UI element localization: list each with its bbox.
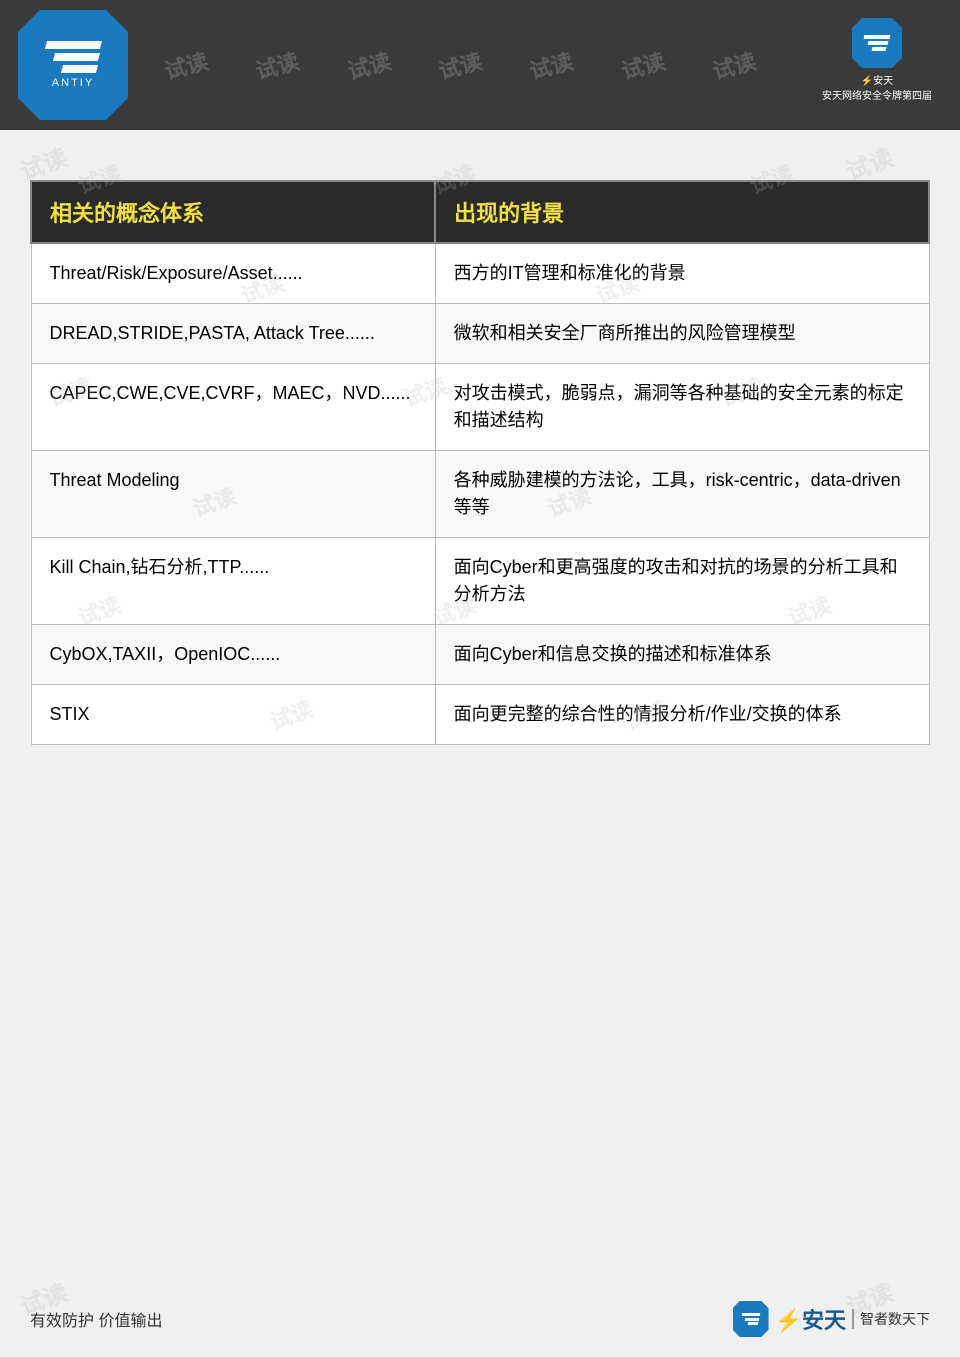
footer-logo-stripe-2 xyxy=(744,1318,759,1321)
table-row: STIX面向更完整的综合性的情报分析/作业/交换的体系 xyxy=(31,685,929,745)
footer-brand-text: 安天 xyxy=(802,1308,846,1333)
table-cell-col2-3: 各种威胁建模的方法论，工具，risk-centric，data-driven等等 xyxy=(435,451,929,538)
header-watermark-1: 试读 xyxy=(160,44,211,86)
table-cell-col1-0: Threat/Risk/Exposure/Asset...... xyxy=(31,243,435,304)
table-row: DREAD,STRIDE,PASTA, Attack Tree......微软和… xyxy=(31,304,929,364)
header-watermark-3: 试读 xyxy=(343,44,394,86)
footer: 有效防护 价值输出 ⚡安天 智者数天下 xyxy=(30,1301,930,1337)
badge-stripe-2 xyxy=(868,41,889,45)
main-table: 相关的概念体系 出现的背景 Threat/Risk/Exposure/Asset… xyxy=(30,180,930,745)
header-watermark-6: 试读 xyxy=(617,44,668,86)
table-cell-col1-2: CAPEC,CWE,CVE,CVRF，MAEC，NVD...... xyxy=(31,364,435,451)
main-content: 试读 试读 试读 试读 试读 试读 试读 试读 试读 试读 试读 试读 试读 试… xyxy=(0,130,960,775)
header-watermark-5: 试读 xyxy=(526,44,577,86)
table-cell-col2-2: 对攻击模式，脆弱点，漏洞等各种基础的安全元素的标定和描述结构 xyxy=(435,364,929,451)
footer-brand: ⚡安天 xyxy=(775,1303,846,1335)
table-row: Threat Modeling各种威胁建模的方法论，工具，risk-centri… xyxy=(31,451,929,538)
badge-logo-inner xyxy=(864,35,890,51)
table-cell-col1-4: Kill Chain,钻石分析,TTP...... xyxy=(31,538,435,625)
table-cell-col2-4: 面向Cyber和更高强度的攻击和对抗的场景的分析工具和分析方法 xyxy=(435,538,929,625)
table-cell-col2-1: 微软和相关安全厂商所推出的风险管理模型 xyxy=(435,304,929,364)
footer-brand-sub: 智者数天下 xyxy=(852,1309,930,1329)
table-cell-col1-1: DREAD,STRIDE,PASTA, Attack Tree...... xyxy=(31,304,435,364)
badge-stripe-3 xyxy=(872,47,887,51)
badge-line1: ⚡安天 xyxy=(822,72,932,87)
top-right-badge: ⚡安天 安天网络安全令牌第四届 xyxy=(812,10,942,110)
table-cell-col2-6: 面向更完整的综合性的情报分析/作业/交换的体系 xyxy=(435,685,929,745)
col2-header: 出现的背景 xyxy=(435,181,929,243)
table-cell-col2-0: 西方的IT管理和标准化的背景 xyxy=(435,243,929,304)
col1-header: 相关的概念体系 xyxy=(31,181,435,243)
table-row: CAPEC,CWE,CVE,CVRF，MAEC，NVD......对攻击模式，脆… xyxy=(31,364,929,451)
table-header-row: 相关的概念体系 出现的背景 xyxy=(31,181,929,243)
header-watermark-2: 试读 xyxy=(252,44,303,86)
table-cell-col1-5: CybOX,TAXII，OpenIOC...... xyxy=(31,625,435,685)
table-cell-col1-6: STIX xyxy=(31,685,435,745)
footer-logo-stripe-1 xyxy=(741,1313,760,1316)
header-watermark-7: 试读 xyxy=(709,44,760,86)
badge-logo xyxy=(852,18,902,68)
table-row: CybOX,TAXII，OpenIOC......面向Cyber和信息交换的描述… xyxy=(31,625,929,685)
table-cell-col1-3: Threat Modeling xyxy=(31,451,435,538)
badge-line2: 安天网络安全令牌第四届 xyxy=(822,87,932,102)
header: ANTIY 试读 试读 试读 试读 试读 试读 试读 ⚡安天 安天网络安全令牌第… xyxy=(0,0,960,130)
footer-right: ⚡安天 智者数天下 xyxy=(733,1301,930,1337)
table-cell-col2-5: 面向Cyber和信息交换的描述和标准体系 xyxy=(435,625,929,685)
table-row: Kill Chain,钻石分析,TTP......面向Cyber和更高强度的攻击… xyxy=(31,538,929,625)
footer-logo xyxy=(733,1301,769,1337)
footer-logo-inner xyxy=(742,1313,760,1325)
header-watermark-4: 试读 xyxy=(435,44,486,86)
table-row: Threat/Risk/Exposure/Asset......西方的IT管理和… xyxy=(31,243,929,304)
badge-stripe-1 xyxy=(864,35,891,39)
footer-logo-stripe-3 xyxy=(747,1322,758,1325)
badge-text: ⚡安天 安天网络安全令牌第四届 xyxy=(822,72,932,102)
footer-left-text: 有效防护 价值输出 xyxy=(30,1307,162,1331)
